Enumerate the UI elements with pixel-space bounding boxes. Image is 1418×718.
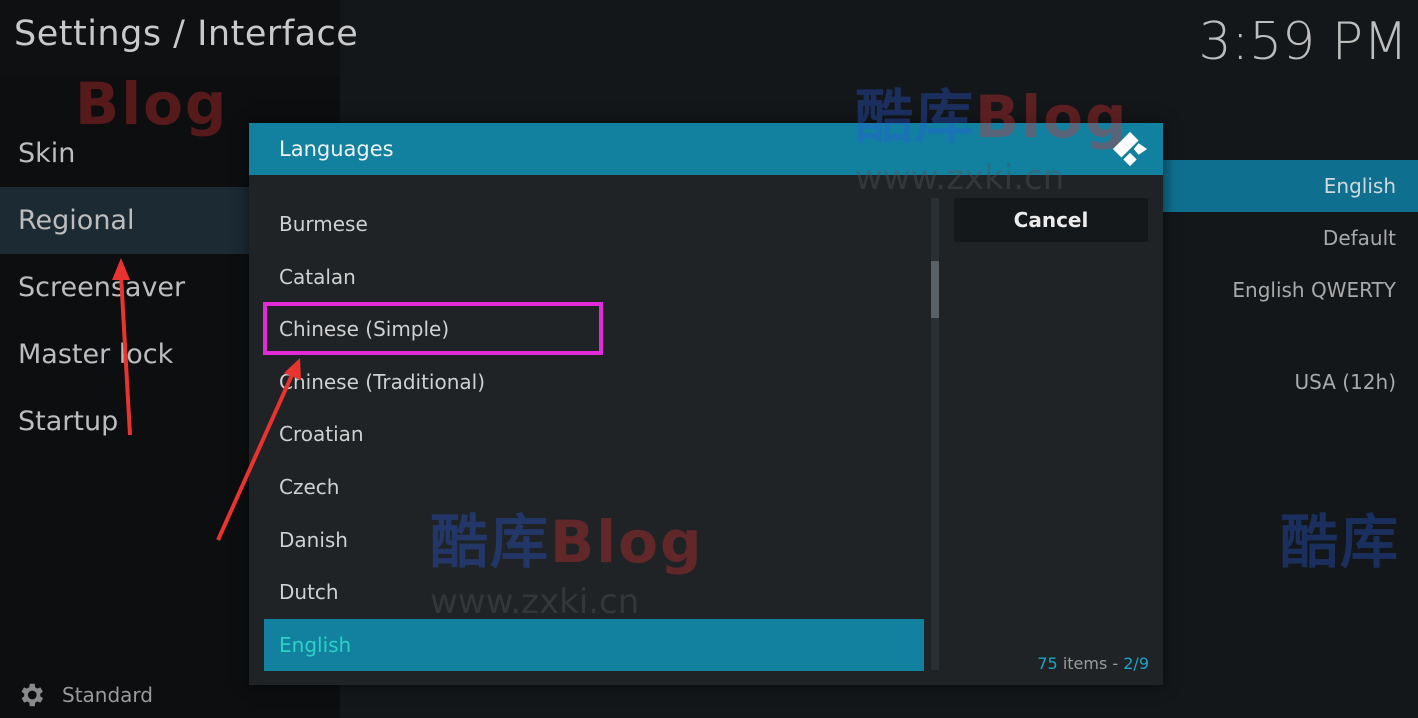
watermark: 酷库 [1280,495,1400,579]
page-indicator: 2/9 [1123,654,1149,673]
sidebar-item-screensaver[interactable]: Screensaver [0,254,250,321]
item-count-number: 75 [1037,654,1058,673]
item-count: 75 items - 2/9 [1037,654,1149,673]
item-count-label: items - [1057,654,1124,673]
watermark: 酷库Blog [430,495,703,579]
list-item-burmese[interactable]: Burmese [264,198,924,251]
watermark-chars: 酷库 [855,83,976,151]
list-item-chinese-traditional[interactable]: Chinese (Traditional) [264,356,924,409]
watermark-chars: 酷库 [1280,508,1401,576]
watermark-brand: Blog [75,70,229,138]
watermark-brand: Blog [550,508,704,576]
scrollbar[interactable] [931,198,939,670]
sidebar: Skin Regional Screensaver Master lock St… [0,120,250,455]
list-item-croatian[interactable]: Croatian [264,408,924,461]
cancel-button[interactable]: Cancel [954,198,1148,242]
gear-icon [21,683,44,707]
watermark-brand: Blog [975,83,1129,151]
sidebar-item-startup[interactable]: Startup [0,388,250,455]
settings-values: English Default English QWERTY USA (12h) [1146,160,1418,408]
setting-value-charset[interactable]: Default [1146,212,1396,264]
scrollbar-thumb[interactable] [931,261,939,318]
list-item-english[interactable]: English [264,618,924,672]
sidebar-item-master-lock[interactable]: Master lock [0,321,250,388]
page-title: Settings / Interface [14,14,359,54]
dialog-title: Languages [279,137,394,161]
setting-value-region[interactable]: USA (12h) [1146,356,1396,408]
list-item-catalan[interactable]: Catalan [264,251,924,304]
highlight-box [263,302,603,355]
watermark: 酷库Blog [855,70,1128,154]
clock: 3:59 PM [1198,12,1408,72]
watermark-url: www.zxki.cn [855,158,1065,198]
watermark: Blog [75,70,228,138]
settings-level-label: Standard [62,683,153,707]
sidebar-item-regional[interactable]: Regional [0,187,250,254]
setting-value-language[interactable]: English [1146,160,1418,212]
languages-dialog: Languages Burmese Catalan Chinese (Simpl… [249,123,1163,685]
settings-level-button[interactable]: Standard [16,680,153,710]
watermark-url: www.zxki.cn [430,582,640,622]
setting-value-keyboard[interactable]: English QWERTY [1146,264,1396,316]
watermark-chars: 酷库 [430,508,551,576]
